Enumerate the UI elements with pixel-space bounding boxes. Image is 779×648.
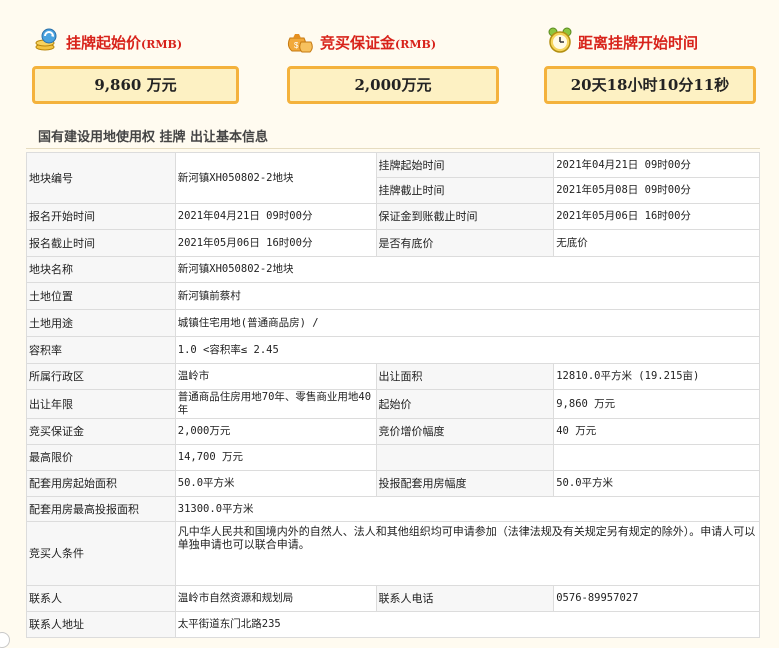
housing-start-value: 50.0平方米 bbox=[174, 470, 377, 497]
term-value: 普通商品住房用地70年、零售商业用地40年 bbox=[174, 389, 377, 419]
housing-increment-value: 50.0平方米 bbox=[553, 470, 760, 497]
table-row: 地块名称 新河镇XH050802-2地块 bbox=[26, 256, 761, 283]
table-row: 容积率 1.0 <容积率≤ 2.45 bbox=[26, 336, 761, 364]
bidder-req-label: 竞买人条件 bbox=[26, 521, 176, 586]
use-label: 土地用途 bbox=[26, 309, 176, 337]
alarm-clock-icon bbox=[546, 26, 574, 54]
max-price-label: 最高限价 bbox=[26, 444, 176, 471]
svg-text:$: $ bbox=[294, 41, 299, 50]
location-value: 新河镇前蔡村 bbox=[174, 282, 761, 310]
max-price-value: 14,700 万元 bbox=[174, 444, 377, 471]
reserve-value: 无底价 bbox=[553, 229, 760, 257]
bid-deposit-value: 2,000万元 bbox=[174, 418, 377, 445]
deposit-deadline-value: 2021年05月06日 16时00分 bbox=[553, 203, 760, 230]
table-row: 联系人 温岭市自然资源和规划局 联系人电话 0576-89957027 bbox=[26, 585, 760, 612]
coins-refresh-icon bbox=[32, 26, 60, 54]
contact-value: 温岭市自然资源和规划局 bbox=[174, 585, 377, 612]
table-row: 配套用房最高投报面积 31300.0平方米 bbox=[26, 496, 761, 522]
reserve-label: 是否有底价 bbox=[375, 229, 555, 257]
empty-cell bbox=[553, 444, 760, 471]
table-row: 地块编号 新河镇XH050802-2地块 挂牌起始时间 2021年04月21日 … bbox=[26, 152, 760, 204]
area-label: 出让面积 bbox=[375, 363, 555, 390]
table-row: 报名开始时间 2021年04月21日 09时00分 保证金到账截止时间 2021… bbox=[26, 203, 760, 230]
countdown-value: 20天18小时10分11秒 bbox=[544, 66, 756, 104]
table-row: 竞买保证金 2,000万元 竞价增价幅度 40 万元 bbox=[26, 418, 760, 445]
table-row: 竞买人条件 凡中华人民共和国境内外的自然人、法人和其他组织均可申请参加（法律法规… bbox=[26, 521, 761, 586]
start-price-unit: (RMB) bbox=[141, 38, 183, 51]
increment-value: 40 万元 bbox=[553, 418, 760, 445]
deposit-unit: (RMB) bbox=[395, 38, 437, 51]
start-price-label: 挂牌起始价 bbox=[66, 34, 142, 52]
start-price-row-label: 起始价 bbox=[375, 389, 555, 419]
money-bags-icon: $ bbox=[284, 26, 313, 54]
start-price-card: 挂牌起始价(RMB) 9,860 万元 bbox=[0, 0, 260, 120]
increment-label: 竞价增价幅度 bbox=[375, 418, 555, 445]
table-row: 土地位置 新河镇前蔡村 bbox=[26, 282, 761, 310]
term-label: 出让年限 bbox=[26, 389, 176, 419]
listing-end-value: 2021年05月08日 09时00分 bbox=[553, 177, 760, 204]
housing-increment-label: 投报配套用房幅度 bbox=[375, 470, 555, 497]
reg-end-label: 报名截止时间 bbox=[26, 229, 176, 257]
district-value: 温岭市 bbox=[174, 363, 377, 390]
phone-value: 0576-89957027 bbox=[553, 585, 760, 612]
reg-start-label: 报名开始时间 bbox=[26, 203, 176, 230]
countdown-label: 距离挂牌开始时间 bbox=[578, 34, 699, 52]
start-price-value: 9,860 万元 bbox=[32, 66, 239, 104]
corner-handle bbox=[0, 632, 10, 648]
listing-start-value: 2021年04月21日 09时00分 bbox=[553, 152, 760, 178]
table-row: 土地用途 城镇住宅用地(普通商品房) / bbox=[26, 309, 761, 337]
parcel-no-label: 地块编号 bbox=[26, 152, 176, 204]
district-label: 所属行政区 bbox=[26, 363, 176, 390]
address-label: 联系人地址 bbox=[26, 611, 176, 638]
parcel-no-value: 新河镇XH050802-2地块 bbox=[174, 152, 377, 204]
table-row: 出让年限 普通商品住房用地70年、零售商业用地40年 起始价 9,860 万元 bbox=[26, 389, 760, 419]
listing-end-label: 挂牌截止时间 bbox=[375, 177, 555, 204]
table-row: 配套用房起始面积 50.0平方米 投报配套用房幅度 50.0平方米 bbox=[26, 470, 760, 497]
housing-max-label: 配套用房最高投报面积 bbox=[26, 496, 176, 522]
reg-start-value: 2021年04月21日 09时00分 bbox=[174, 203, 377, 230]
use-value: 城镇住宅用地(普通商品房) / bbox=[174, 309, 761, 337]
listing-start-label: 挂牌起始时间 bbox=[375, 152, 555, 178]
countdown-card: 距离挂牌开始时间 20天18小时10分11秒 bbox=[520, 0, 779, 120]
start-price-row-value: 9,860 万元 bbox=[553, 389, 760, 419]
far-label: 容积率 bbox=[26, 336, 176, 364]
phone-label: 联系人电话 bbox=[375, 585, 555, 612]
deposit-label: 竞买保证金 bbox=[320, 34, 396, 52]
location-label: 土地位置 bbox=[26, 282, 176, 310]
deposit-deadline-label: 保证金到账截止时间 bbox=[375, 203, 555, 230]
deposit-value: 2,000万元 bbox=[287, 66, 499, 104]
parcel-name-label: 地块名称 bbox=[26, 256, 176, 283]
table-row: 联系人地址 太平街道东门北路235 bbox=[26, 611, 761, 638]
table-row: 最高限价 14,700 万元 bbox=[26, 444, 760, 471]
reg-end-value: 2021年05月06日 16时00分 bbox=[174, 229, 377, 257]
table-row: 所属行政区 温岭市 出让面积 12810.0平方米 (19.215亩) bbox=[26, 363, 760, 390]
land-info-table: 地块编号 新河镇XH050802-2地块 挂牌起始时间 2021年04月21日 … bbox=[26, 152, 761, 638]
area-value: 12810.0平方米 (19.215亩) bbox=[553, 363, 760, 390]
bid-deposit-label: 竞买保证金 bbox=[26, 418, 176, 445]
table-row: 报名截止时间 2021年05月06日 16时00分 是否有底价 无底价 bbox=[26, 229, 760, 257]
address-value: 太平街道东门北路235 bbox=[174, 611, 761, 638]
section-title: 国有建设用地使用权 挂牌 出让基本信息 bbox=[38, 130, 269, 145]
contact-label: 联系人 bbox=[26, 585, 176, 612]
deposit-card: $ 竞买保证金(RMB) 2,000万元 bbox=[260, 0, 520, 120]
empty-cell bbox=[375, 444, 555, 471]
far-value: 1.0 <容积率≤ 2.45 bbox=[174, 336, 761, 364]
bidder-req-value: 凡中华人民共和国境内外的自然人、法人和其他组织均可申请参加（法律法规及有关规定另… bbox=[174, 521, 761, 586]
housing-start-label: 配套用房起始面积 bbox=[26, 470, 176, 497]
parcel-name-value: 新河镇XH050802-2地块 bbox=[174, 256, 761, 283]
section-divider bbox=[26, 148, 760, 149]
housing-max-value: 31300.0平方米 bbox=[174, 496, 761, 522]
